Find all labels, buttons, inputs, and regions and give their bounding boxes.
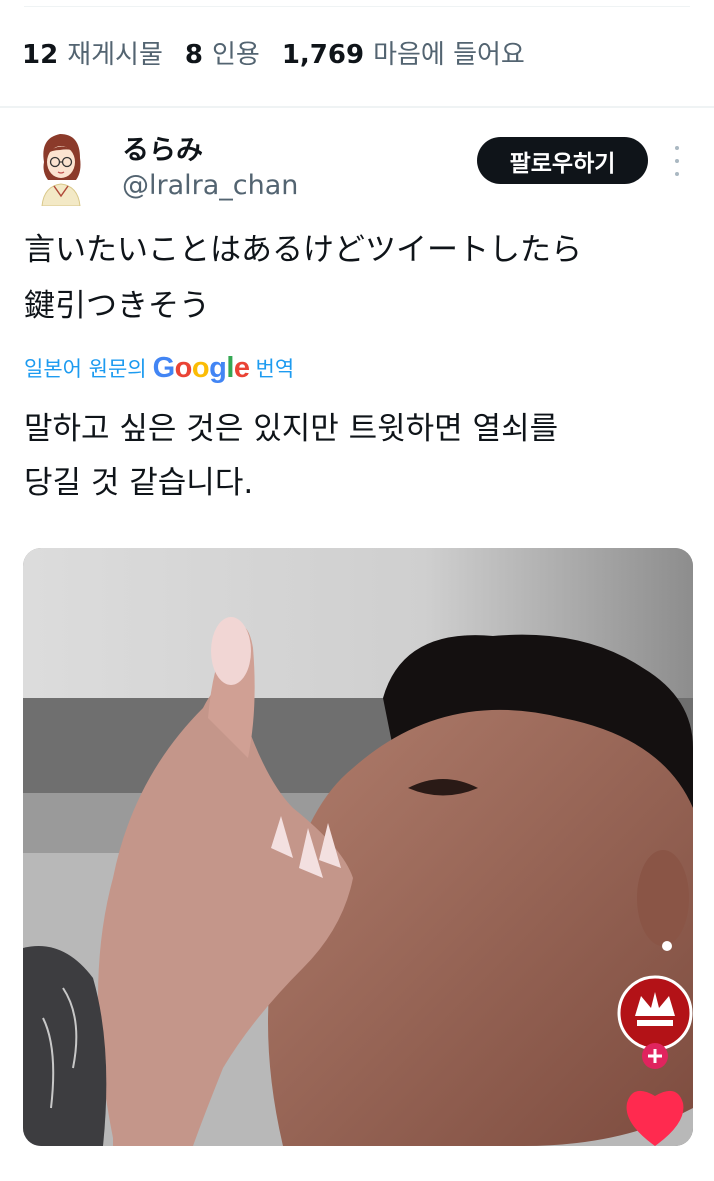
engagement-stats: 12 재게시물 8 인용 1,769 마음에 들어요 bbox=[22, 30, 525, 74]
reposts-count: 12 bbox=[22, 39, 59, 70]
section-divider bbox=[0, 106, 714, 108]
quotes-stat[interactable]: 8 인용 bbox=[185, 34, 260, 71]
tweet-text: 言いたいことはあるけどツイートしたら 鍵引つきそう bbox=[24, 222, 694, 334]
tweet-line: 鍵引つきそう bbox=[24, 288, 210, 324]
more-dot bbox=[675, 146, 679, 150]
google-logo: Google bbox=[152, 351, 250, 384]
translation-attribution[interactable]: 일본어 원문의 Google 번역 bbox=[24, 348, 294, 388]
avatar[interactable] bbox=[30, 128, 92, 207]
more-dot bbox=[675, 159, 679, 163]
translated-line: 말하고 싶은 것은 있지만 트윗하면 열쇠를 bbox=[24, 411, 559, 447]
translation-prefix: 일본어 원문의 bbox=[24, 357, 147, 381]
top-divider bbox=[24, 6, 690, 7]
quotes-count: 8 bbox=[184, 39, 203, 70]
reposts-label: 재게시물 bbox=[67, 39, 163, 70]
more-vertical-icon[interactable] bbox=[667, 146, 687, 176]
whatsup-crown-logo-icon bbox=[617, 975, 693, 1051]
translated-line: 당길 것 같습니다. bbox=[24, 465, 254, 501]
author-handle[interactable]: @lralra_chan bbox=[122, 170, 298, 201]
likes-count: 1,769 bbox=[281, 39, 365, 70]
tweet-line: 言いたいことはあるけどツイートしたら bbox=[24, 232, 582, 268]
reposts-stat[interactable]: 12 재게시물 bbox=[22, 34, 163, 71]
translated-text: 말하고 싶은 것은 있지만 트윗하면 열쇠를 당길 것 같습니다. bbox=[24, 402, 694, 510]
author-display-name[interactable]: るらみ bbox=[122, 128, 203, 167]
likes-label: 마음에 들어요 bbox=[373, 39, 525, 70]
more-dot bbox=[675, 172, 679, 176]
tweet-photo bbox=[23, 548, 693, 1146]
anime-girl-avatar-icon bbox=[41, 134, 81, 207]
likes-stat[interactable]: 1,769 마음에 들어요 bbox=[282, 34, 525, 71]
translation-suffix: 번역 bbox=[255, 357, 295, 381]
plus-icon bbox=[642, 1043, 668, 1069]
quotes-label: 인용 bbox=[211, 39, 260, 70]
follow-button[interactable]: 팔로우하기 bbox=[477, 137, 648, 184]
tweet-media[interactable] bbox=[23, 548, 693, 1146]
